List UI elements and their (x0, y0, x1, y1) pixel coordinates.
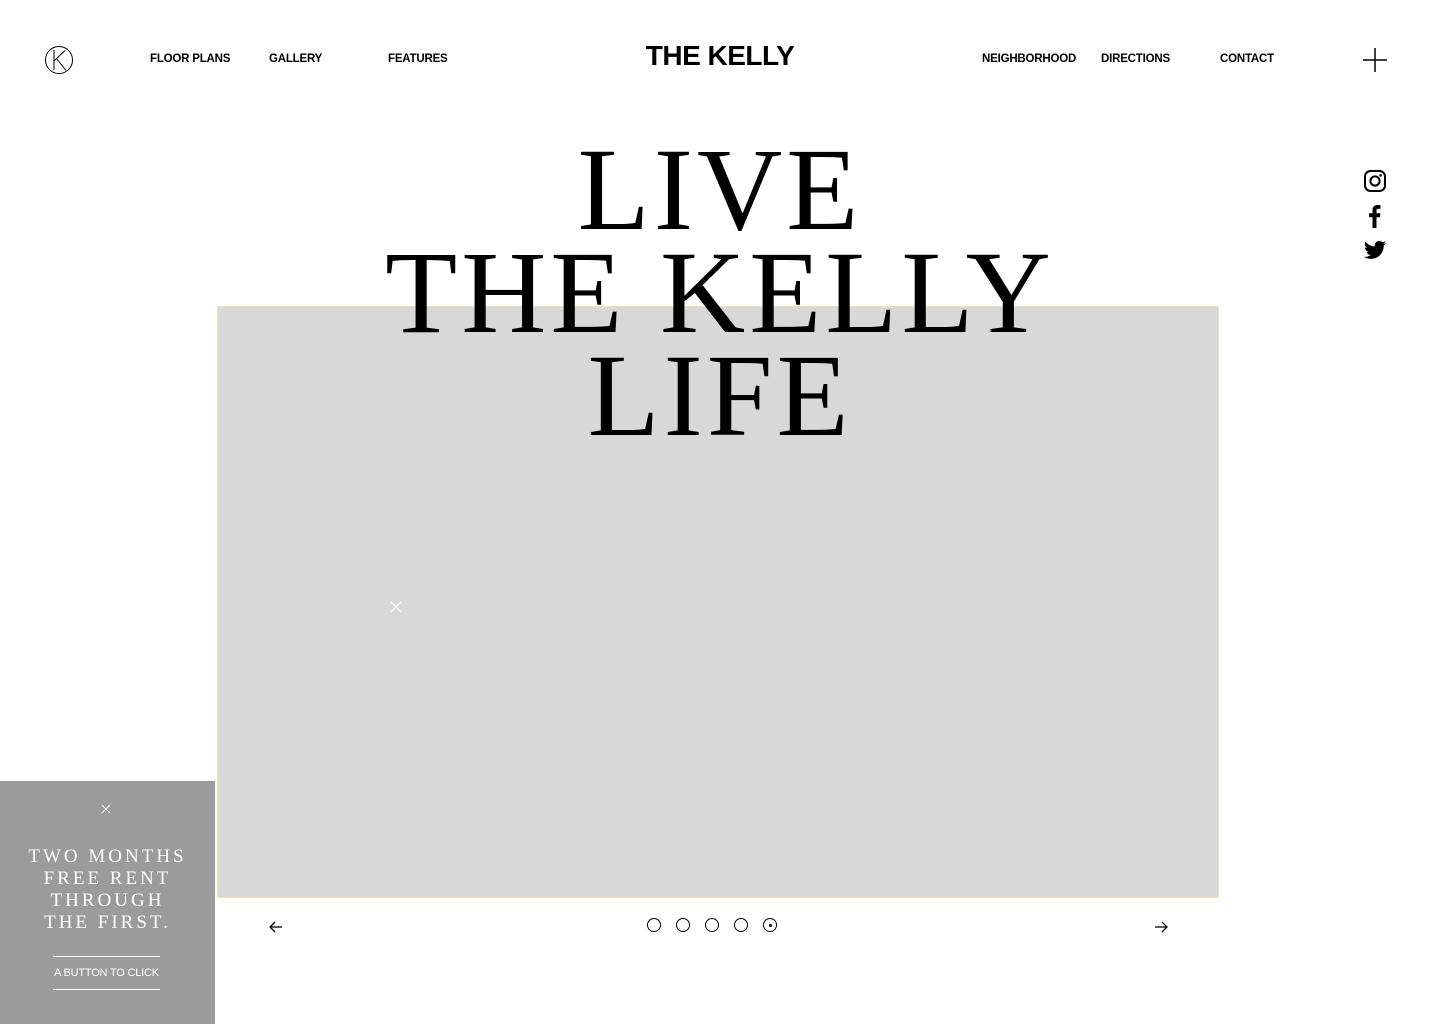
logo-icon[interactable] (44, 45, 74, 75)
promo-close-icon[interactable] (100, 802, 112, 814)
carousel-dot[interactable] (734, 918, 748, 932)
carousel-next-arrow-icon[interactable] (1152, 918, 1170, 936)
hero-headline: LIVE THE KELLY LIFE (0, 124, 1440, 461)
nav-floor-plans[interactable]: FLOOR PLANS (150, 53, 230, 65)
carousel-prev-arrow-icon[interactable] (267, 918, 285, 936)
page: FLOOR PLANS GALLERY FEATURES THE KELLY N… (0, 0, 1440, 1024)
promo-headline: TWO MONTHS FREE RENT THROUGH THE FIRST. (0, 846, 215, 934)
carousel-dot[interactable] (676, 918, 690, 932)
broken-image-icon (389, 600, 403, 614)
nav-gallery[interactable]: GALLERY (269, 53, 322, 65)
headline-line: THE KELLY (385, 227, 1055, 358)
nav-features[interactable]: FEATURES (388, 53, 448, 65)
carousel-dots (647, 918, 777, 936)
nav-neighborhood[interactable]: NEIGHBORHOOD (982, 53, 1076, 65)
carousel-dot[interactable] (705, 918, 719, 932)
promo-line: FREE RENT (43, 868, 172, 889)
menu-plus-icon[interactable] (1362, 47, 1388, 73)
brand-title-text[interactable]: THE KELLY (646, 40, 795, 71)
promo-line: TWO MONTHS (28, 846, 187, 867)
headline-line: LIVE (577, 124, 863, 255)
promo-cta-button[interactable]: A BUTTON TO CLICK (53, 956, 160, 990)
promo-line: THE FIRST. (44, 912, 171, 933)
nav-directions[interactable]: DIRECTIONS (1101, 53, 1170, 65)
headline-line: LIFE (587, 330, 853, 461)
promo-line: THROUGH (50, 890, 165, 911)
carousel-dot-active[interactable] (763, 918, 777, 932)
carousel-dot[interactable] (647, 918, 661, 932)
nav-contact[interactable]: CONTACT (1220, 53, 1274, 65)
